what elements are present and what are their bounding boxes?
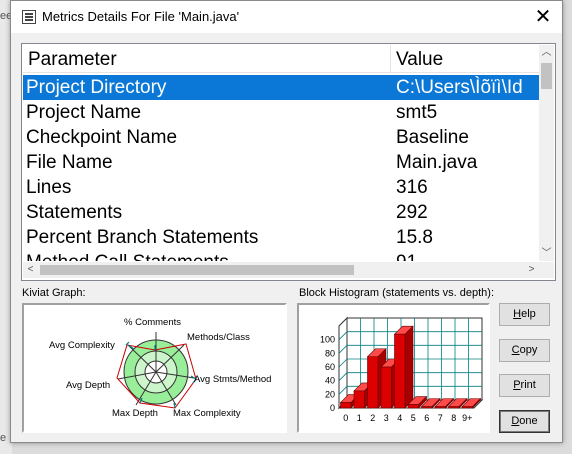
- title-bar[interactable]: Metrics Details For File 'Main.java' ✕: [11, 1, 562, 33]
- horizontal-scroll-thumb[interactable]: [40, 265, 354, 275]
- scroll-left-arrow-icon[interactable]: <: [23, 262, 38, 278]
- parameter-cell: Lines: [26, 177, 72, 198]
- window-title: Metrics Details For File 'Main.java': [42, 9, 240, 24]
- value-cell: 15.8: [396, 227, 433, 248]
- histogram-y-tick-label: 100: [320, 335, 335, 345]
- histogram-bar: [448, 406, 460, 409]
- histogram-bar: [353, 390, 365, 409]
- block-histogram-label: Block Histogram (statements vs. depth):: [299, 287, 495, 299]
- histogram-x-tick-label: 4: [397, 413, 402, 423]
- value-cell: 292: [396, 202, 428, 223]
- table-body: Project Directory C:\Users\Ìõïì\Id Project…: [23, 75, 539, 261]
- scroll-up-arrow-icon[interactable]: ︿: [539, 45, 554, 60]
- background-text: e: [0, 432, 7, 444]
- kiviat-axis-label: Avg Complexity: [49, 340, 115, 351]
- block-histogram-panel: 0 20 40 60 80 100 0 1 2 3 4 5 6 7 8 9+: [297, 303, 490, 433]
- histogram-x-tick-label: 6: [424, 413, 429, 423]
- histogram-x-tick-label: 3: [384, 413, 389, 423]
- vertical-scrollbar[interactable]: ︿ ﹀: [539, 45, 554, 261]
- table-row[interactable]: Statements 292: [23, 200, 539, 225]
- kiviat-axis-label: Avg Stmts/Method: [194, 374, 271, 385]
- scroll-down-arrow-icon[interactable]: ﹀: [539, 246, 554, 261]
- parameter-cell: Project Directory: [26, 77, 167, 98]
- histogram-x-tick-label: 0: [343, 413, 348, 423]
- table-row[interactable]: Project Name smt5: [23, 100, 539, 125]
- kiviat-graph: % Comments Methods/Class Avg Stmts/Metho…: [49, 317, 271, 419]
- histogram-x-tick-label: 9+: [462, 413, 472, 423]
- histogram-bar: [407, 404, 419, 409]
- table-row[interactable]: Method Call Statements 91: [23, 250, 539, 261]
- vertical-scroll-thumb[interactable]: [541, 63, 552, 89]
- table-row[interactable]: Lines 316: [23, 175, 539, 200]
- histogram-bar: [421, 406, 433, 409]
- table-row[interactable]: Percent Branch Statements 15.8: [23, 225, 539, 250]
- histogram-x-tick-label: 1: [357, 413, 362, 423]
- print-button[interactable]: Print: [499, 374, 550, 397]
- histogram-y-tick-label: 60: [325, 362, 335, 372]
- value-cell: C:\Users\Ìõïì\Id: [396, 77, 523, 98]
- horizontal-scrollbar[interactable]: < >: [23, 262, 539, 278]
- parameter-cell: Statements: [26, 202, 123, 223]
- window-icon: [22, 10, 36, 24]
- histogram-y-tick-label: 20: [325, 389, 335, 399]
- kiviat-axis-label: Max Depth: [112, 408, 158, 419]
- value-cell: smt5: [396, 102, 438, 123]
- done-button[interactable]: Done: [499, 410, 550, 433]
- histogram-y-tick-label: 40: [325, 376, 335, 386]
- histogram-x-tick-label: 2: [370, 413, 375, 423]
- value-cell: 316: [396, 177, 428, 198]
- parameter-cell: Method Call Statements: [26, 250, 229, 261]
- block-histogram-chart: 0204060801000 1 2 3 4 5 6 7 8 9+: [320, 316, 484, 423]
- table-row[interactable]: File Name Main.java: [23, 150, 539, 175]
- table-header: Parameter Value: [23, 45, 539, 73]
- value-cell: 91: [396, 250, 417, 261]
- metrics-table[interactable]: Parameter Value Project Directory C:\User…: [21, 43, 556, 281]
- scroll-right-arrow-icon[interactable]: >: [524, 262, 539, 278]
- metrics-details-dialog: Metrics Details For File 'Main.java' ✕ P…: [10, 0, 563, 443]
- help-button[interactable]: Help: [499, 303, 550, 326]
- histogram-x-tick-label: 5: [411, 413, 416, 423]
- column-header-value[interactable]: Value: [391, 45, 539, 73]
- histogram-x-tick-label: 8: [451, 413, 456, 423]
- parameter-cell: Percent Branch Statements: [26, 227, 259, 248]
- kiviat-axis-label: Methods/Class: [187, 332, 250, 343]
- column-header-parameter[interactable]: Parameter: [23, 45, 391, 73]
- parameter-cell: Project Name: [26, 102, 142, 123]
- button-label-rest: opy: [519, 344, 538, 356]
- histogram-bar-side: [404, 325, 414, 409]
- button-label-rest: one: [519, 415, 538, 427]
- histogram-bar: [340, 402, 352, 409]
- kiviat-graph-panel: % Comments Methods/Class Avg Stmts/Metho…: [22, 303, 287, 433]
- table-row[interactable]: Project Directory C:\Users\Ìõïì\Id: [23, 75, 539, 100]
- histogram-bar: [367, 356, 379, 409]
- kiviat-graph-label: Kiviat Graph:: [22, 287, 86, 299]
- button-label-rest: rint: [520, 379, 536, 391]
- parameter-cell: File Name: [26, 152, 113, 173]
- kiviat-axis-label: Max Complexity: [173, 408, 241, 419]
- scrollbar-corner: [539, 262, 554, 278]
- close-icon[interactable]: ✕: [530, 4, 556, 30]
- histogram-bar: [394, 333, 406, 409]
- value-cell: Main.java: [396, 152, 478, 173]
- histogram-bar: [380, 366, 392, 409]
- value-cell: Baseline: [396, 127, 469, 148]
- histogram-bar: [434, 406, 446, 409]
- kiviat-axis-label: Avg Depth: [66, 380, 110, 391]
- copy-button[interactable]: Copy: [499, 339, 550, 362]
- parameter-cell: Checkpoint Name: [26, 127, 178, 148]
- histogram-bar: [461, 406, 473, 409]
- button-label-rest: elp: [521, 308, 536, 320]
- histogram-y-tick-label: 0: [330, 403, 335, 413]
- table-row[interactable]: Checkpoint Name Baseline: [23, 125, 539, 150]
- histogram-x-tick-label: 7: [438, 413, 443, 423]
- kiviat-axis-label: % Comments: [124, 317, 181, 328]
- histogram-y-tick-label: 80: [325, 348, 335, 358]
